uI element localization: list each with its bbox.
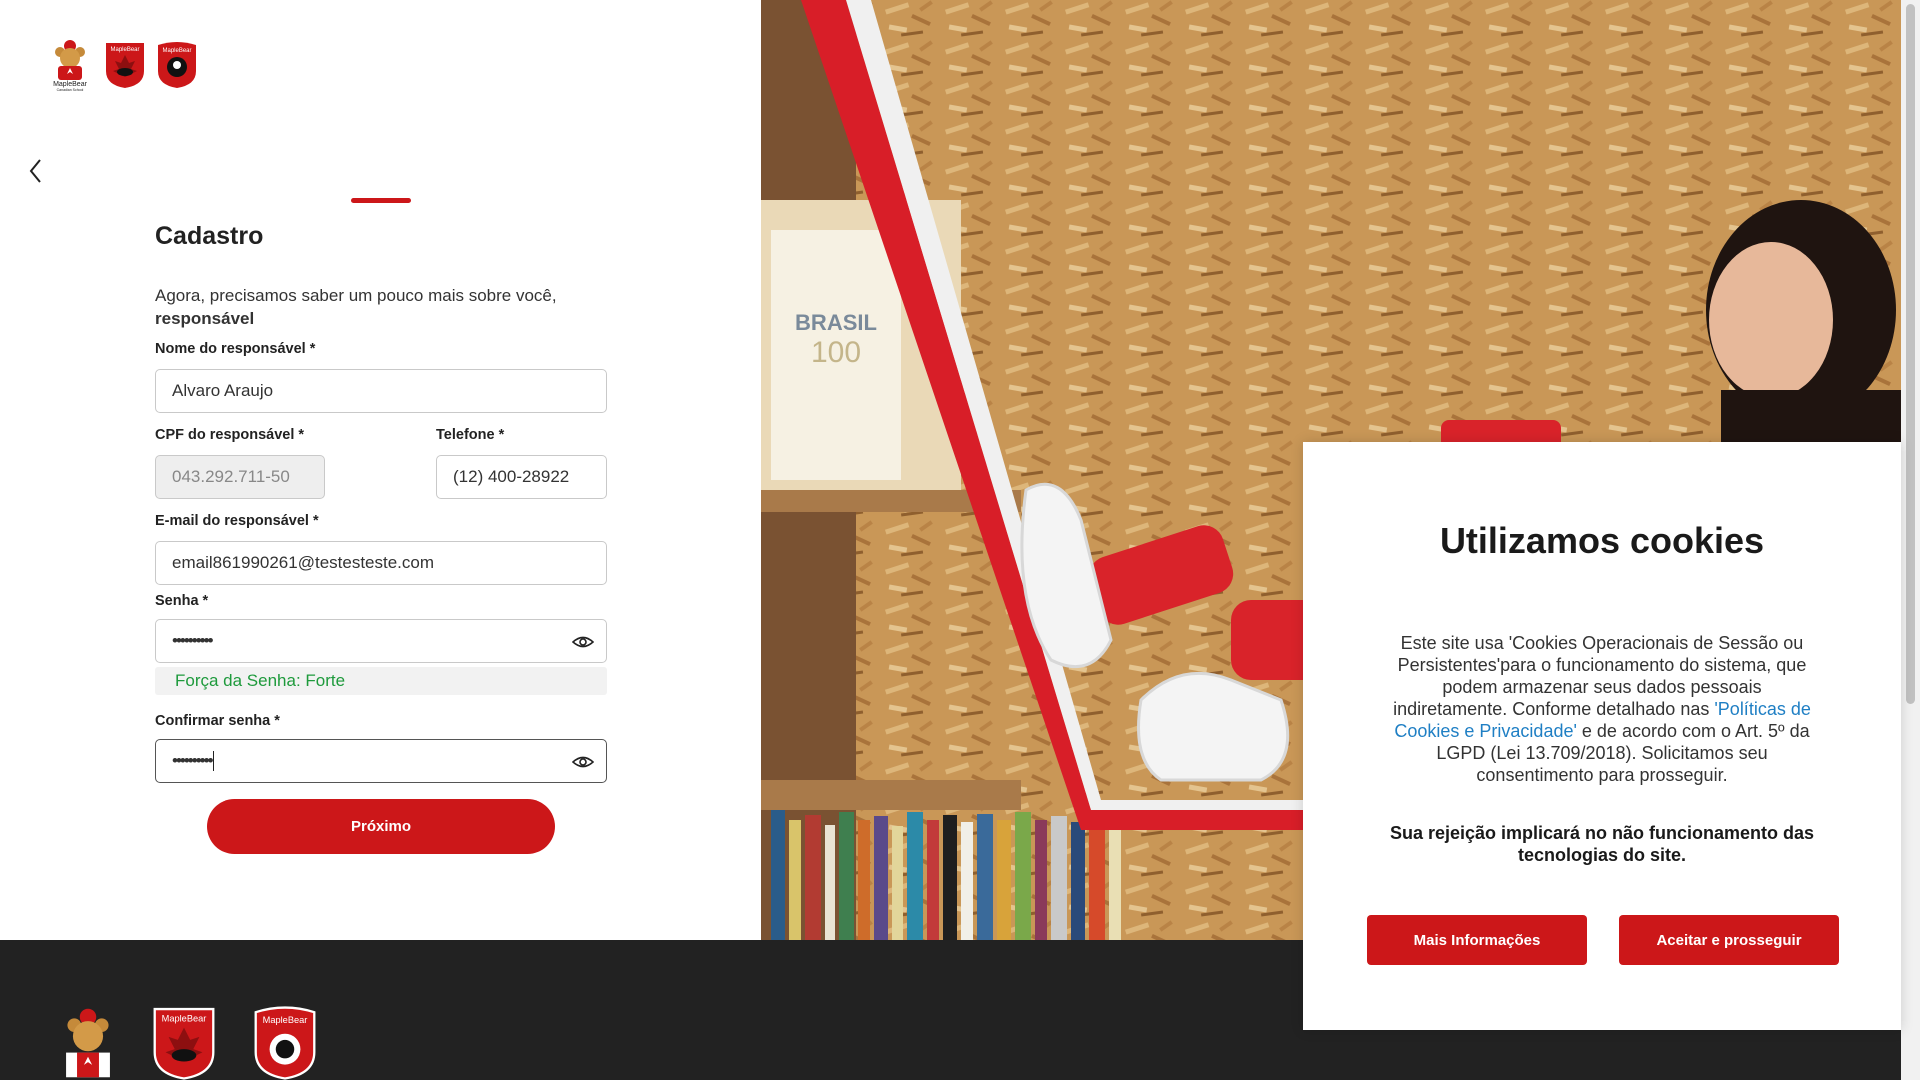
signup-form: Cadastro Agora, precisamos saber um pouc… [155, 218, 607, 854]
maple-bear-middle-year-logo: MapleBear [106, 43, 144, 88]
brand-logos: MapleBear Canadian School MapleBear Mapl… [46, 38, 198, 92]
page-scrollbar[interactable] [1901, 0, 1920, 1080]
nome-value: Alvaro Araujo [172, 381, 274, 400]
confirmar-senha-input[interactable]: •••••••••• [155, 739, 607, 783]
next-button[interactable]: Próximo [207, 799, 555, 854]
senha-label: Senha * [155, 593, 209, 609]
cookie-title: Utilizamos cookies [1439, 520, 1765, 561]
footer-maple-bear-middle-year-logo: MapleBear [153, 1007, 215, 1080]
book-number: 100 [811, 336, 861, 369]
scrollbar-thumb[interactable] [1906, 4, 1915, 704]
step-progress-indicator [351, 198, 411, 203]
cookie-text: Este site usa 'Cookies Operacionais de S… [1387, 632, 1817, 786]
show-confirm-password-eye-icon[interactable] [572, 752, 594, 772]
email-value: email861990261@testesteste.com [172, 553, 435, 572]
cpf-label: CPF do responsável * [155, 427, 305, 443]
confirmar-value: •••••••••• [172, 751, 214, 770]
nome-label: Nome do responsável * [155, 341, 316, 357]
cpf-input: 043.292.711-50 [155, 455, 325, 499]
show-password-eye-icon[interactable] [572, 632, 594, 652]
email-input[interactable]: email861990261@testesteste.com [155, 541, 607, 585]
telefone-input[interactable]: (12) 400-28922 [436, 455, 607, 499]
intro-text: Agora, precisamos saber um pouco mais so… [155, 284, 607, 330]
girl-face [1709, 242, 1833, 398]
telefone-label: Telefone * [436, 427, 505, 443]
cookie-consent-modal: Utilizamos cookies Este site usa 'Cookie… [1303, 442, 1901, 1030]
intro-sentence: Agora, precisamos saber um pouco mais so… [155, 286, 557, 305]
maple-bear-canadian-school-logo: MapleBear Canadian School [53, 40, 88, 92]
logo-caption-sub: Canadian School [57, 88, 84, 92]
footer-logo-shield-text: MapleBear [162, 1013, 207, 1023]
page-title: Cadastro [155, 222, 264, 250]
email-label: E-mail do responsável * [155, 513, 319, 529]
signup-panel: MapleBear Canadian School MapleBear Mapl… [0, 0, 761, 940]
telefone-value: (12) 400-28922 [453, 467, 570, 486]
more-info-button[interactable]: Mais Informações [1367, 915, 1587, 965]
maple-bear-high-school-logo: MapleBear [158, 42, 196, 88]
footer-maple-bear-canadian-school-logo [66, 1008, 110, 1078]
accept-cookies-button[interactable]: Aceitar e prosseguir [1619, 915, 1839, 965]
logo-shield-text: MapleBear [162, 48, 191, 54]
senha-value: •••••••••• [172, 631, 214, 650]
footer-logos: MapleBear MapleBear [52, 1006, 326, 1080]
footer-maple-bear-high-school-logo: MapleBear [254, 1006, 316, 1080]
cookie-warning: Sua rejeição implicará no não funcioname… [1389, 823, 1815, 865]
intro-bold: responsável [155, 309, 255, 328]
nome-input[interactable]: Alvaro Araujo [155, 369, 607, 413]
logo-caption: MapleBear [53, 81, 88, 88]
book-title: BRASIL [795, 310, 877, 335]
logo-shield-text: MapleBear [110, 47, 139, 53]
cookie-buttons: Mais Informações Aceitar e prosseguir [1367, 915, 1839, 965]
back-arrow-icon[interactable] [24, 156, 48, 186]
confirmar-label: Confirmar senha * [155, 713, 280, 729]
text-caret [212, 751, 214, 771]
senha-input[interactable]: •••••••••• [155, 619, 607, 663]
password-strength-text: Força da Senha: Forte [155, 667, 607, 695]
cpf-value: 043.292.711-50 [172, 467, 290, 486]
footer-logo-shield-text: MapleBear [263, 1015, 308, 1025]
